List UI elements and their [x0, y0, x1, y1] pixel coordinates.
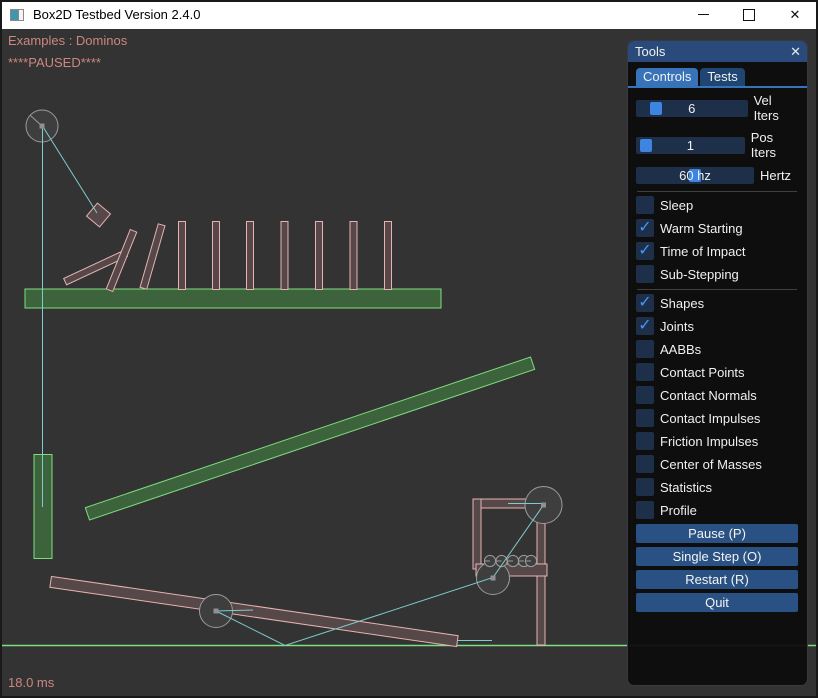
- dynamic-body-rect[interactable]: [350, 222, 357, 290]
- pos-iters-slider[interactable]: 1: [636, 137, 745, 154]
- dynamic-body-rect[interactable]: [281, 222, 288, 290]
- center-of-mass-marker: [214, 609, 219, 614]
- check-icon: ✓: [636, 294, 654, 312]
- tools-close-icon[interactable]: ✕: [790, 45, 801, 58]
- checkbox-profile[interactable]: ✓ Profile: [636, 501, 798, 519]
- app-icon: [10, 9, 24, 21]
- quit-button[interactable]: Quit: [636, 593, 798, 612]
- checkbox-sub-stepping[interactable]: ✓ Sub-Stepping: [636, 265, 798, 283]
- dynamic-body-rect[interactable]: [50, 576, 458, 646]
- checkbox-sleep[interactable]: ✓ Sleep: [636, 196, 798, 214]
- dynamic-body-rect[interactable]: [140, 224, 165, 289]
- window-title: Box2D Testbed Version 2.4.0: [33, 7, 200, 22]
- example-label: Examples : Dominos: [8, 33, 127, 48]
- slider-row: 60 hz Hertz: [636, 167, 798, 184]
- center-of-mass-marker: [40, 124, 45, 129]
- slider-value: 60 hz: [636, 167, 754, 184]
- center-of-mass-marker: [491, 576, 496, 581]
- checkbox-contact-impulses[interactable]: ✓ Contact Impulses: [636, 409, 798, 427]
- checkbox-warm-starting[interactable]: ✓ Warm Starting: [636, 219, 798, 237]
- tab-bar: Controls Tests: [628, 68, 807, 88]
- minimize-button[interactable]: [680, 0, 726, 29]
- tab-controls[interactable]: Controls: [636, 68, 698, 86]
- check-icon: ✓: [636, 242, 654, 260]
- hertz-slider[interactable]: 60 hz: [636, 167, 754, 184]
- single-step-button[interactable]: Single Step (O): [636, 547, 798, 566]
- dynamic-body-rect[interactable]: [87, 203, 111, 227]
- checkbox-contact-points[interactable]: ✓ Contact Points: [636, 363, 798, 381]
- checkbox-center-of-masses[interactable]: ✓ Center of Masses: [636, 455, 798, 473]
- slider-label: Vel Iters: [754, 93, 798, 123]
- dynamic-body-rect[interactable]: [247, 222, 254, 290]
- slider-value: 6: [636, 100, 748, 117]
- close-icon: ✕: [790, 8, 801, 21]
- static-body-rect[interactable]: [25, 289, 441, 308]
- dynamic-body-rect[interactable]: [316, 222, 323, 290]
- checkbox-friction-impulses[interactable]: ✓ Friction Impulses: [636, 432, 798, 450]
- separator: [637, 289, 797, 290]
- checkbox-joints[interactable]: ✓ Joints: [636, 317, 798, 335]
- dynamic-body-rect[interactable]: [385, 222, 392, 290]
- dynamic-body-rect[interactable]: [473, 499, 481, 569]
- checkbox-aabbs[interactable]: ✓ AABBs: [636, 340, 798, 358]
- static-body-rect[interactable]: [85, 357, 534, 520]
- joint-line: [43, 126, 98, 213]
- slider-label: Hertz: [760, 168, 791, 183]
- check-icon: ✓: [636, 219, 654, 237]
- tools-panel-titlebar[interactable]: Tools ✕: [628, 41, 807, 62]
- restart-button[interactable]: Restart (R): [636, 570, 798, 589]
- checkbox-statistics[interactable]: ✓ Statistics: [636, 478, 798, 496]
- maximize-button[interactable]: [726, 0, 772, 29]
- slider-row: 1 Pos Iters: [636, 130, 798, 160]
- app-window: Examples : Dominos ****PAUSED**** 18.0 m…: [0, 0, 818, 698]
- dynamic-body-rect[interactable]: [213, 222, 220, 290]
- slider-row: 6 Vel Iters: [636, 93, 798, 123]
- frame-time-label: 18.0 ms: [8, 675, 54, 690]
- window-titlebar[interactable]: Box2D Testbed Version 2.4.0 ✕: [0, 0, 818, 29]
- tools-panel: Tools ✕ Controls Tests 6 Vel Iters 1 Pos…: [627, 40, 808, 686]
- checkbox-contact-normals[interactable]: ✓ Contact Normals: [636, 386, 798, 404]
- paused-label: ****PAUSED****: [8, 55, 101, 70]
- pause-button[interactable]: Pause (P): [636, 524, 798, 543]
- separator: [637, 191, 797, 192]
- close-button[interactable]: ✕: [772, 0, 818, 29]
- checkbox-shapes[interactable]: ✓ Shapes: [636, 294, 798, 312]
- minimize-icon: [698, 14, 709, 15]
- tools-panel-title: Tools: [635, 44, 665, 59]
- center-of-mass-marker: [541, 503, 546, 508]
- tab-tests[interactable]: Tests: [700, 68, 744, 86]
- maximize-icon: [743, 9, 755, 21]
- slider-label: Pos Iters: [751, 130, 798, 160]
- checkbox-time-of-impact[interactable]: ✓ Time of Impact: [636, 242, 798, 260]
- vel-iters-slider[interactable]: 6: [636, 100, 748, 117]
- check-icon: ✓: [636, 317, 654, 335]
- dynamic-body-rect[interactable]: [179, 222, 186, 290]
- slider-value: 1: [636, 137, 745, 154]
